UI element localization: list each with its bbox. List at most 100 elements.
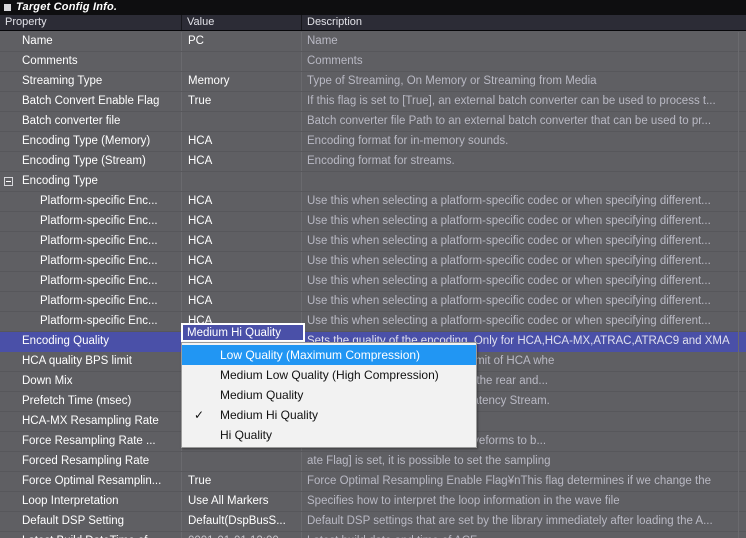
table-row[interactable]: Name PC Name bbox=[0, 32, 746, 52]
cell-value[interactable]: True bbox=[182, 472, 302, 491]
table-row[interactable]: Streaming Type Memory Type of Streaming, O… bbox=[0, 72, 746, 92]
cell-property[interactable]: Batch Convert Enable Flag bbox=[0, 92, 182, 111]
table-row[interactable]: Platform-specific Enc... HCA Use this when… bbox=[0, 252, 746, 272]
cell-description: If this flag is set to [True], an extern… bbox=[307, 95, 716, 107]
cell-value[interactable] bbox=[182, 112, 302, 131]
dropdown-item[interactable]: ✓ Medium Hi Quality bbox=[182, 405, 476, 425]
column-header-value[interactable]: Value bbox=[182, 15, 302, 30]
property-grid: Name PC Name Comments Comments Streaming Type… bbox=[0, 32, 746, 538]
dropdown-item[interactable]: Medium Quality bbox=[182, 385, 476, 405]
dropdown-item-label: Low Quality (Maximum Compression) bbox=[220, 348, 421, 362]
cell-property[interactable]: Encoding Type (Stream) bbox=[0, 152, 182, 171]
target-config-info-window: Target Config Info. Property Value Descr… bbox=[0, 0, 746, 538]
description-column-separator bbox=[738, 32, 739, 538]
cell-property[interactable]: Loop Interpretation bbox=[0, 492, 182, 511]
cell-property[interactable]: Platform-specific Enc... bbox=[0, 232, 182, 251]
cell-property[interactable]: Encoding Type bbox=[0, 172, 182, 191]
table-row[interactable]: Loop Interpretation Use All Markers Specif… bbox=[0, 492, 746, 512]
cell-property[interactable]: Platform-specific Enc... bbox=[0, 272, 182, 291]
encoding-quality-combobox[interactable]: Medium Hi Quality bbox=[181, 323, 305, 342]
cell-value[interactable]: HCA bbox=[182, 192, 302, 211]
cell-property[interactable]: Name bbox=[0, 32, 182, 51]
column-header-property[interactable]: Property bbox=[0, 15, 182, 30]
cell-property[interactable]: HCA quality BPS limit bbox=[0, 352, 182, 371]
cell-value[interactable]: HCA bbox=[182, 252, 302, 271]
cell-value[interactable]: HCA bbox=[182, 272, 302, 291]
table-row[interactable]: Platform-specific Enc... HCA Use this when… bbox=[0, 192, 746, 212]
cell-value[interactable] bbox=[182, 172, 302, 191]
cell-property[interactable]: Latest Build DateTime of ... bbox=[0, 532, 182, 538]
dropdown-item[interactable]: Medium Low Quality (High Compression) bbox=[182, 365, 476, 385]
cell-value[interactable]: True bbox=[182, 92, 302, 111]
cell-property[interactable]: Platform-specific Enc... bbox=[0, 212, 182, 231]
table-row[interactable]: Platform-specific Enc... HCA Use this when… bbox=[0, 212, 746, 232]
cell-description: Encoding format for streams. bbox=[307, 155, 455, 167]
table-row[interactable]: Platform-specific Enc... HCA Use this when… bbox=[0, 292, 746, 312]
dropdown-item-label: Medium Low Quality (High Compression) bbox=[220, 368, 439, 382]
cell-property[interactable]: Default DSP Setting bbox=[0, 512, 182, 531]
dropdown-item[interactable]: Hi Quality bbox=[182, 425, 476, 445]
cell-description: Use this when selecting a platform-speci… bbox=[307, 315, 711, 327]
cell-description: Specifies how to interpret the loop info… bbox=[307, 495, 620, 507]
cell-description: Name bbox=[307, 35, 338, 47]
cell-description: Encoding format for in-memory sounds. bbox=[307, 135, 509, 147]
encoding-quality-dropdown-menu[interactable]: Low Quality (Maximum Compression) Medium … bbox=[181, 342, 477, 448]
dropdown-item-label: Hi Quality bbox=[220, 428, 273, 442]
column-header-description[interactable]: Description bbox=[302, 15, 738, 30]
cell-value[interactable] bbox=[182, 452, 302, 471]
cell-property[interactable]: Force Resampling Rate ... bbox=[0, 432, 182, 451]
cell-property[interactable]: Comments bbox=[0, 52, 182, 71]
cell-property[interactable]: HCA-MX Resampling Rate bbox=[0, 412, 182, 431]
cell-property[interactable]: Down Mix bbox=[0, 372, 182, 391]
cell-property[interactable]: Encoding Type (Memory) bbox=[0, 132, 182, 151]
cell-description: Use this when selecting a platform-speci… bbox=[307, 295, 711, 307]
table-row[interactable]: Forced Resampling Rate ate Flag] is set, … bbox=[0, 452, 746, 472]
cell-value[interactable]: Memory bbox=[182, 72, 302, 91]
cell-description: Use this when selecting a platform-speci… bbox=[307, 235, 711, 247]
cell-property[interactable]: Force Optimal Resamplin... bbox=[0, 472, 182, 491]
cell-description: Use this when selecting a platform-speci… bbox=[307, 195, 711, 207]
cell-description: Latest build date and time of ACF bbox=[302, 532, 738, 538]
cell-value[interactable]: HCA bbox=[182, 152, 302, 171]
cell-description: Type of Streaming, On Memory or Streamin… bbox=[307, 75, 597, 87]
cell-property[interactable]: Prefetch Time (msec) bbox=[0, 392, 182, 411]
cell-property[interactable]: Platform-specific Enc... bbox=[0, 252, 182, 271]
table-row[interactable]: Force Optimal Resamplin... True Force Opti… bbox=[0, 472, 746, 492]
encoding-quality-combobox-value: Medium Hi Quality bbox=[187, 326, 281, 339]
table-row[interactable]: Comments Comments bbox=[0, 52, 746, 72]
cell-value[interactable]: HCA bbox=[182, 292, 302, 311]
table-row[interactable]: Platform-specific Enc... HCA Use this when… bbox=[0, 232, 746, 252]
dropdown-item[interactable]: Low Quality (Maximum Compression) bbox=[182, 345, 476, 365]
cell-property[interactable]: Platform-specific Enc... bbox=[0, 312, 182, 331]
table-header-row: Property Value Description bbox=[0, 15, 746, 31]
window-titlebar: Target Config Info. bbox=[0, 0, 746, 15]
cell-property[interactable]: Platform-specific Enc... bbox=[0, 292, 182, 311]
cell-description: Force Optimal Resampling Enable Flag¥nTh… bbox=[307, 475, 711, 487]
window-icon bbox=[4, 4, 11, 11]
cell-property[interactable]: Forced Resampling Rate bbox=[0, 452, 182, 471]
table-row[interactable]: Batch converter file Batch converter file… bbox=[0, 112, 746, 132]
cell-value[interactable]: Default(DspBusS... bbox=[182, 512, 302, 531]
cell-property[interactable]: Batch converter file bbox=[0, 112, 182, 131]
table-row[interactable]: Default DSP Setting Default(DspBusS... Def… bbox=[0, 512, 746, 532]
table-row[interactable]: Batch Convert Enable Flag True If this fla… bbox=[0, 92, 746, 112]
cell-value[interactable]: 0001-01-01 12:00... bbox=[182, 532, 302, 538]
table-row[interactable]: Platform-specific Enc... HCA Use this when… bbox=[0, 312, 746, 332]
cell-value[interactable]: HCA bbox=[182, 132, 302, 151]
cell-property[interactable]: Streaming Type bbox=[0, 72, 182, 91]
table-row[interactable]: Encoding Type bbox=[0, 172, 746, 192]
cell-value[interactable]: HCA bbox=[182, 212, 302, 231]
table-row[interactable]: Latest Build DateTime of ...0001-01-01 1… bbox=[0, 532, 746, 538]
cell-value[interactable]: HCA bbox=[182, 232, 302, 251]
cell-value[interactable]: Use All Markers bbox=[182, 492, 302, 511]
cell-property[interactable]: Encoding Quality bbox=[0, 332, 182, 351]
cell-value[interactable] bbox=[182, 52, 302, 71]
cell-description: Use this when selecting a platform-speci… bbox=[307, 215, 711, 227]
cell-value[interactable]: PC bbox=[182, 32, 302, 51]
table-row[interactable]: Encoding Type (Stream) HCA Encoding format… bbox=[0, 152, 746, 172]
cell-property[interactable]: Platform-specific Enc... bbox=[0, 192, 182, 211]
checkmark-icon: ✓ bbox=[194, 408, 205, 422]
dropdown-item-label: Medium Quality bbox=[220, 388, 304, 402]
table-row[interactable]: Platform-specific Enc... HCA Use this when… bbox=[0, 272, 746, 292]
table-row[interactable]: Encoding Type (Memory) HCA Encoding format… bbox=[0, 132, 746, 152]
